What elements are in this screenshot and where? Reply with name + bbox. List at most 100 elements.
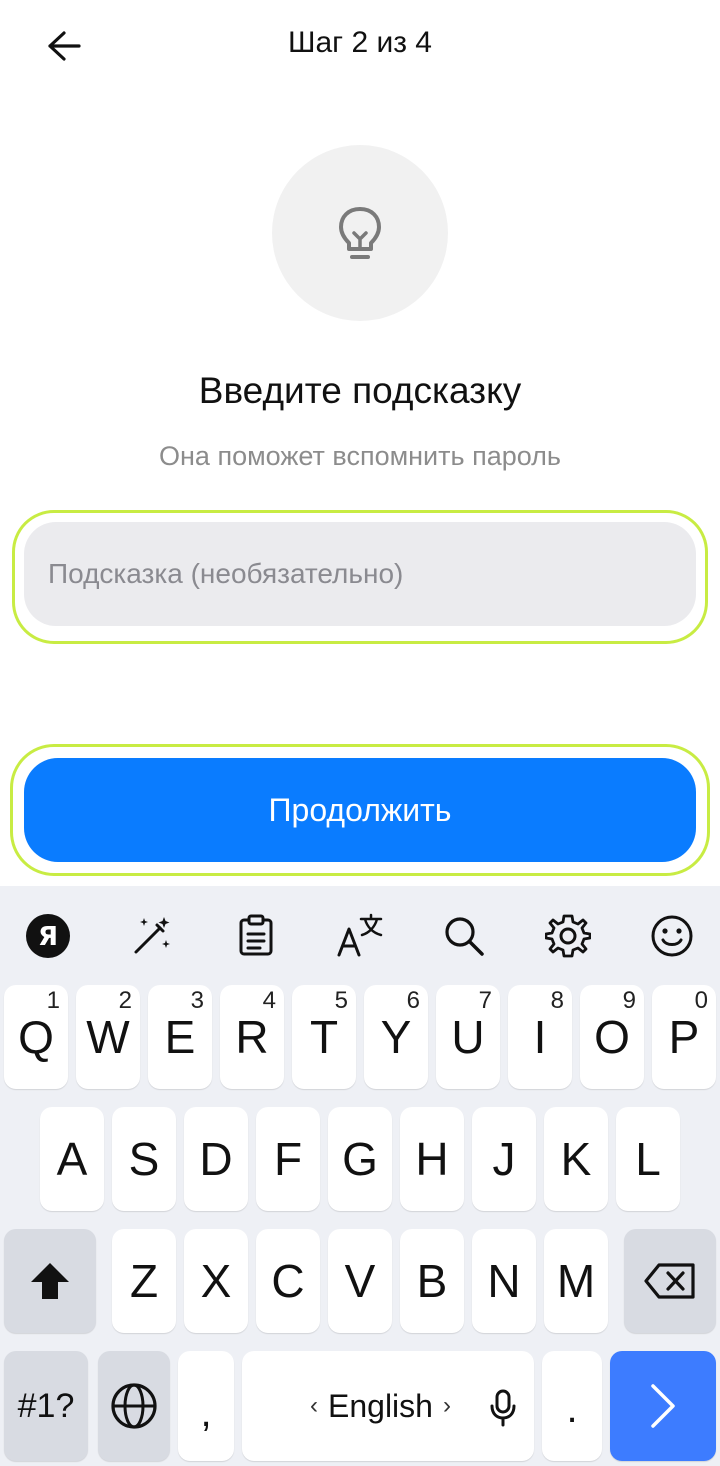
key-number-hint: 8 — [550, 987, 564, 1014]
globe-icon — [111, 1383, 157, 1429]
space-key[interactable]: ‹ English › — [242, 1351, 534, 1461]
translate-button[interactable] — [334, 910, 386, 962]
continue-button[interactable]: Продолжить — [24, 758, 696, 862]
space-key-label: ‹ English › — [310, 1388, 451, 1425]
key-q[interactable]: 1Q — [4, 985, 68, 1089]
microphone-icon[interactable] — [490, 1389, 516, 1427]
emoji-icon — [651, 915, 693, 957]
comma-key[interactable]: , — [178, 1351, 234, 1461]
page-title: Введите подсказку — [198, 370, 522, 411]
key-v[interactable]: V — [328, 1229, 392, 1333]
key-label: O — [594, 1011, 630, 1063]
step-title: Шаг 2 из 4 — [287, 26, 432, 59]
key-number-hint: 6 — [406, 987, 420, 1014]
key-number-hint: 0 — [694, 987, 708, 1014]
hint-input[interactable] — [24, 522, 696, 626]
shift-key[interactable] — [4, 1229, 96, 1333]
key-o[interactable]: 9O — [580, 985, 644, 1089]
key-g[interactable]: G — [328, 1107, 392, 1211]
key-number-hint: 4 — [262, 987, 276, 1014]
yandex-logo-button[interactable]: Я — [22, 910, 74, 962]
yandex-logo-icon: Я — [26, 914, 70, 958]
space-left-chevron: ‹ — [310, 1392, 318, 1419]
key-label: Z — [129, 1255, 159, 1307]
key-r[interactable]: 4R — [220, 985, 284, 1089]
key-number-hint: 9 — [622, 987, 636, 1014]
key-number-hint: 3 — [190, 987, 204, 1014]
clipboard-icon — [239, 914, 273, 956]
key-label: P — [668, 1011, 700, 1063]
symbols-key[interactable]: #1? — [4, 1351, 88, 1461]
key-number-hint: 7 — [478, 987, 492, 1014]
clipboard-button[interactable] — [230, 910, 282, 962]
key-label: R — [235, 1011, 269, 1063]
backspace-key[interactable] — [624, 1229, 716, 1333]
key-label: E — [164, 1011, 196, 1063]
symbols-key-label: #1? — [17, 1386, 75, 1425]
keyboard-toolbar: Я — [0, 886, 720, 982]
key-label: K — [560, 1133, 592, 1185]
key-label: X — [200, 1255, 232, 1307]
key-label: B — [416, 1255, 448, 1307]
svg-text:Я: Я — [38, 922, 58, 952]
enter-key[interactable] — [610, 1351, 716, 1461]
key-label: V — [344, 1255, 376, 1307]
key-s[interactable]: S — [112, 1107, 176, 1211]
key-m[interactable]: M — [544, 1229, 608, 1333]
language-key[interactable] — [98, 1351, 170, 1461]
lightbulb-icon — [339, 207, 381, 259]
key-label: M — [556, 1255, 596, 1307]
key-a[interactable]: A — [40, 1107, 104, 1211]
key-number-hint: 1 — [46, 987, 60, 1014]
key-u[interactable]: 7U — [436, 985, 500, 1089]
key-h[interactable]: H — [400, 1107, 464, 1211]
key-t[interactable]: 5T — [292, 985, 356, 1089]
period-key[interactable]: . — [542, 1351, 602, 1461]
key-w[interactable]: 2W — [76, 985, 140, 1089]
settings-button[interactable] — [542, 910, 594, 962]
key-p[interactable]: 0P — [652, 985, 716, 1089]
key-label: C — [271, 1255, 305, 1307]
key-label: G — [342, 1133, 378, 1185]
key-f[interactable]: F — [256, 1107, 320, 1211]
comma-key-label: , — [200, 1390, 212, 1435]
magic-wand-button[interactable] — [126, 910, 178, 962]
search-button[interactable] — [438, 910, 490, 962]
shift-icon — [31, 1263, 69, 1299]
key-label: J — [492, 1133, 516, 1185]
key-i[interactable]: 8I — [508, 985, 572, 1089]
key-label: F — [273, 1133, 303, 1185]
key-d[interactable]: D — [184, 1107, 248, 1211]
key-c[interactable]: C — [256, 1229, 320, 1333]
key-b[interactable]: B — [400, 1229, 464, 1333]
search-icon — [445, 917, 484, 956]
key-label: U — [451, 1011, 485, 1063]
key-label: A — [56, 1133, 88, 1185]
key-label: L — [635, 1133, 661, 1185]
magic-wand-icon — [134, 917, 170, 954]
key-j[interactable]: J — [472, 1107, 536, 1211]
header: Шаг 2 из 4 — [0, 0, 720, 92]
key-y[interactable]: 6Y — [364, 985, 428, 1089]
key-label: N — [487, 1255, 521, 1307]
key-k[interactable]: K — [544, 1107, 608, 1211]
key-z[interactable]: Z — [112, 1229, 176, 1333]
space-right-chevron: › — [442, 1392, 451, 1419]
key-e[interactable]: 3E — [148, 985, 212, 1089]
keyboard: Я 1 Q 2 W 3 E 4 R 5 T 6 Y 7 U 8 I 9 O 0 … — [0, 886, 720, 1466]
hero-circle — [272, 145, 448, 321]
emoji-button[interactable] — [646, 910, 698, 962]
key-label: I — [533, 1011, 547, 1063]
space-language-label: English — [328, 1387, 433, 1424]
period-key-label: . — [566, 1386, 578, 1431]
key-label: D — [199, 1133, 233, 1185]
key-x[interactable]: X — [184, 1229, 248, 1333]
key-label: W — [86, 1011, 130, 1063]
gear-icon — [545, 914, 591, 958]
key-l[interactable]: L — [616, 1107, 680, 1211]
key-number-hint: 2 — [118, 987, 132, 1014]
key-label: Y — [380, 1011, 412, 1063]
page-subtitle: Она поможет вспомнить пароль — [159, 441, 561, 471]
key-label: H — [415, 1133, 449, 1185]
key-n[interactable]: N — [472, 1229, 536, 1333]
